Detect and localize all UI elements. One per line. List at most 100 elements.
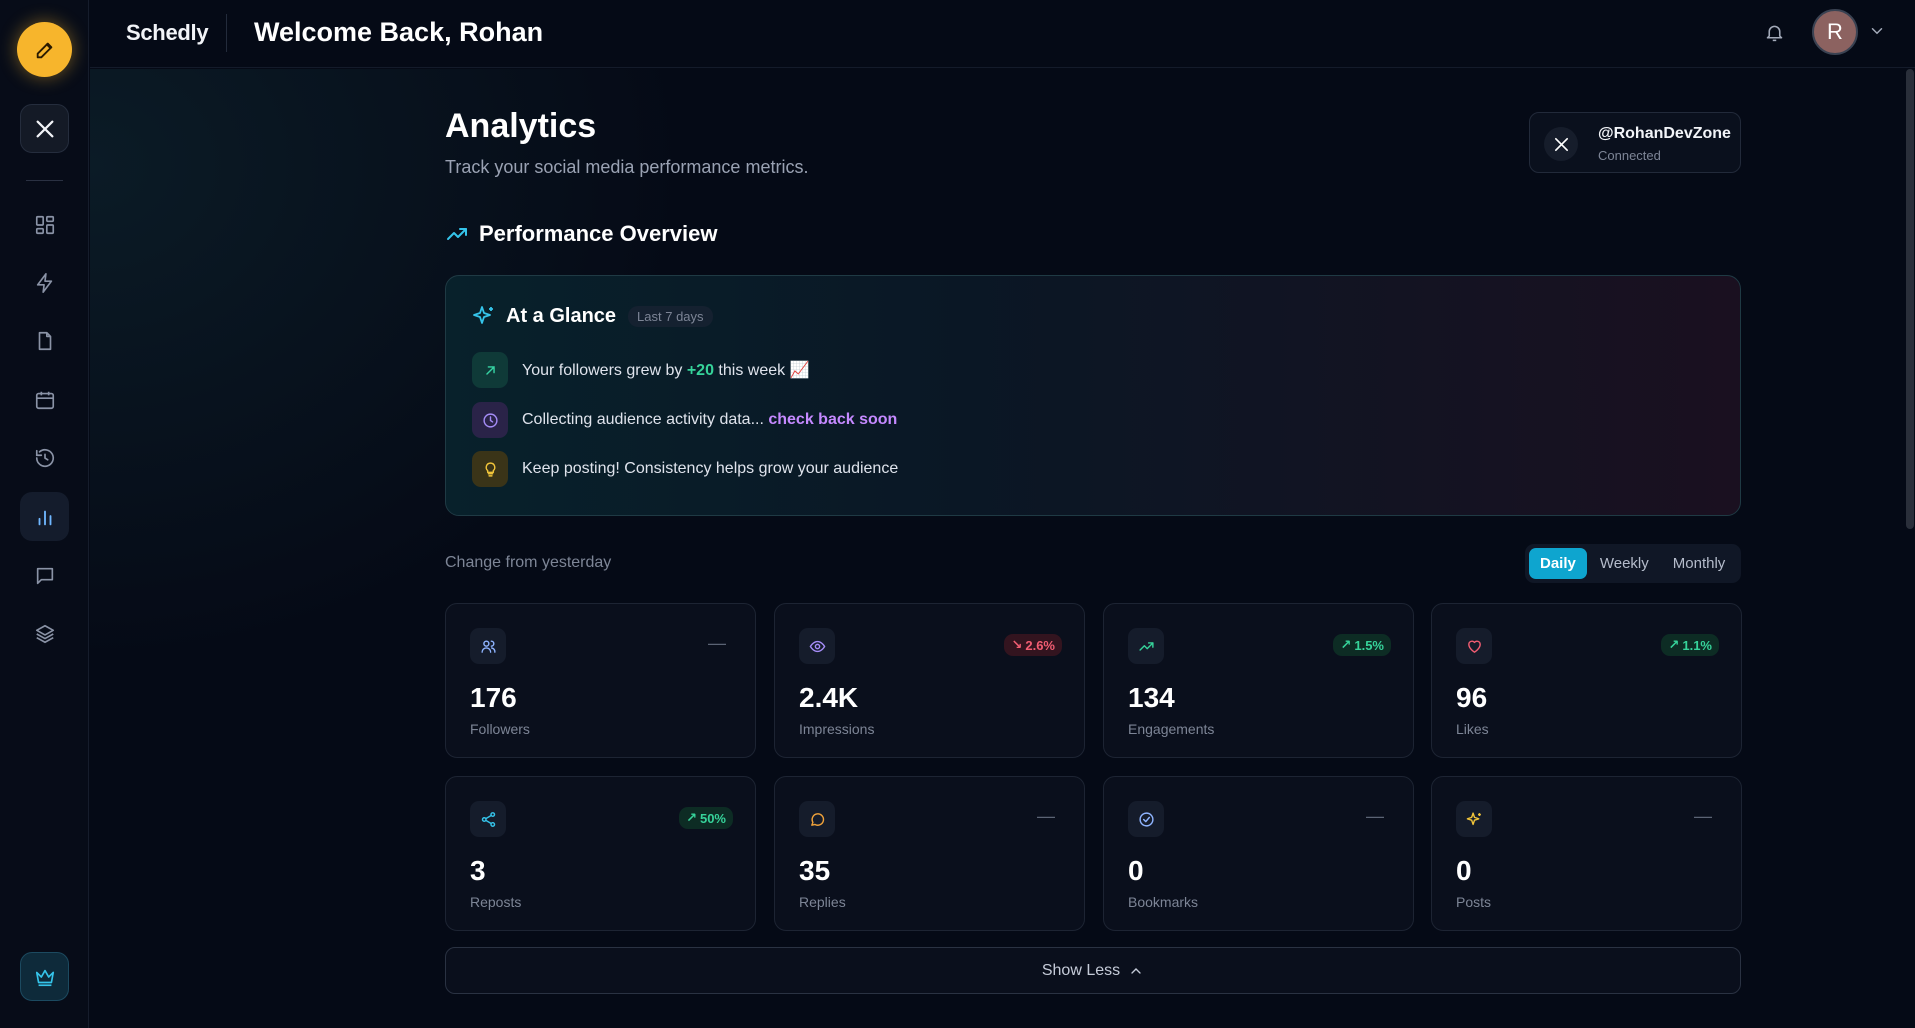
page-title: Analytics bbox=[445, 107, 597, 145]
glance-header: At a Glance Last 7 days bbox=[472, 304, 713, 328]
crown-icon bbox=[35, 969, 54, 986]
metric-delta: — bbox=[708, 633, 726, 653]
glance-title: At a Glance bbox=[506, 304, 617, 327]
metric-value: 3 bbox=[470, 855, 486, 886]
users-icon bbox=[470, 628, 506, 664]
x-platform-button[interactable] bbox=[20, 104, 69, 153]
file-icon bbox=[38, 331, 51, 350]
sidebar-divider bbox=[26, 180, 63, 181]
period-monthly[interactable]: Monthly bbox=[1662, 548, 1737, 579]
eye-icon bbox=[799, 628, 835, 664]
layers-icon bbox=[35, 624, 54, 643]
metric-delta: ↗ 1.1% bbox=[1661, 634, 1719, 656]
calendar-icon bbox=[35, 391, 54, 409]
metric-value: 96 bbox=[1456, 682, 1488, 713]
period-weekly[interactable]: Weekly bbox=[1589, 548, 1660, 579]
sidebar-item-layers[interactable] bbox=[20, 609, 69, 658]
x-logo-icon bbox=[1544, 127, 1578, 161]
metric-label: Followers bbox=[470, 721, 530, 737]
metric-label: Engagements bbox=[1128, 721, 1215, 737]
pencil-icon bbox=[36, 42, 52, 58]
lightbulb-icon bbox=[472, 451, 508, 487]
insight-audience: Collecting audience activity data... che… bbox=[472, 402, 897, 438]
period-daily[interactable]: Daily bbox=[1529, 548, 1587, 579]
account-status: Connected bbox=[1598, 148, 1661, 163]
sidebar bbox=[0, 0, 89, 1028]
metric-value: 176 bbox=[470, 682, 517, 713]
brand-logo[interactable]: Schedly bbox=[126, 20, 209, 46]
insight-followers: Your followers grew by +20 this week 📈 bbox=[472, 352, 809, 388]
metric-value: 35 bbox=[799, 855, 831, 886]
main-area: Analytics Track your social media perfor… bbox=[90, 69, 1915, 1028]
sidebar-item-calendar[interactable] bbox=[20, 375, 69, 424]
reply-icon bbox=[799, 801, 835, 837]
trending-up-icon bbox=[447, 228, 467, 240]
metric-label: Impressions bbox=[799, 721, 875, 737]
bolt-icon bbox=[36, 272, 52, 293]
account-menu-toggle[interactable] bbox=[1868, 22, 1888, 42]
metric-delta: ↗ 50% bbox=[679, 807, 733, 829]
insight-text: Keep posting! Consistency helps grow you… bbox=[522, 460, 899, 477]
show-less-label: Show Less bbox=[1041, 961, 1121, 979]
arrow-up-right-icon bbox=[472, 352, 508, 388]
scrollbar[interactable] bbox=[1905, 69, 1915, 1028]
metric-card-likes[interactable]: ↗ 1.1% 96 Likes bbox=[1431, 603, 1742, 758]
metric-label: Likes bbox=[1456, 721, 1489, 737]
insight-text: Collecting audience activity data... che… bbox=[522, 411, 898, 428]
metric-delta: — bbox=[1037, 806, 1055, 826]
metric-value: 0 bbox=[1456, 855, 1472, 886]
grid-icon bbox=[35, 215, 54, 234]
upgrade-button[interactable] bbox=[20, 952, 69, 1001]
history-icon bbox=[35, 448, 54, 467]
show-less-button[interactable]: Show Less bbox=[445, 947, 1741, 994]
metric-card-impressions[interactable]: ↘ 2.6% 2.4K Impressions bbox=[774, 603, 1085, 758]
avatar[interactable]: R bbox=[1812, 9, 1858, 55]
account-handle: @RohanDevZone bbox=[1598, 125, 1731, 142]
arrow-down-right-icon: ↘ bbox=[1011, 637, 1023, 652]
sidebar-item-analytics[interactable] bbox=[20, 492, 69, 541]
page-subtitle: Track your social media performance metr… bbox=[445, 157, 809, 177]
metric-card-engagements[interactable]: ↗ 1.5% 134 Engagements bbox=[1103, 603, 1414, 758]
chevron-down-icon bbox=[1871, 28, 1883, 35]
metric-label: Bookmarks bbox=[1128, 894, 1199, 910]
metric-card-replies[interactable]: — 35 Replies bbox=[774, 776, 1085, 931]
metric-value: 0 bbox=[1128, 855, 1144, 886]
metric-card-bookmarks[interactable]: — 0 Bookmarks bbox=[1103, 776, 1414, 931]
sparkle-icon bbox=[473, 306, 493, 324]
sidebar-item-drafts[interactable] bbox=[20, 316, 69, 365]
change-label: Change from yesterday bbox=[445, 554, 612, 571]
arrow-up-right-icon: ↗ bbox=[686, 810, 697, 825]
notifications-button[interactable] bbox=[1760, 18, 1788, 46]
compose-button[interactable] bbox=[17, 22, 72, 77]
at-a-glance-panel: At a Glance Last 7 days Your followers g… bbox=[445, 275, 1741, 516]
arrow-up-right-icon: ↗ bbox=[1340, 637, 1352, 652]
bookmark-icon bbox=[1128, 801, 1164, 837]
scrollbar-thumb[interactable] bbox=[1906, 69, 1914, 529]
metric-delta: ↘ 2.6% bbox=[1004, 634, 1062, 656]
bar-chart-icon bbox=[38, 510, 51, 525]
sidebar-item-history[interactable] bbox=[20, 433, 69, 482]
trending-up-icon bbox=[1128, 628, 1164, 664]
x-logo-icon bbox=[36, 120, 53, 137]
metric-card-posts[interactable]: — 0 Posts bbox=[1431, 776, 1742, 931]
connected-account-card[interactable]: @RohanDevZone Connected bbox=[1529, 112, 1741, 173]
message-icon bbox=[36, 567, 53, 584]
period-toggle: Daily Weekly Monthly bbox=[1525, 544, 1741, 583]
metric-label: Replies bbox=[799, 894, 846, 910]
sidebar-item-messages[interactable] bbox=[20, 551, 69, 600]
metric-delta: ↗ 1.5% bbox=[1333, 634, 1391, 656]
metric-delta: — bbox=[1366, 806, 1384, 826]
bell-icon bbox=[1766, 25, 1782, 41]
chevron-up-icon bbox=[1131, 967, 1141, 974]
insight-tip: Keep posting! Consistency helps grow you… bbox=[472, 451, 898, 487]
sidebar-item-automation[interactable] bbox=[20, 258, 69, 307]
metric-card-followers[interactable]: — 176 Followers bbox=[445, 603, 756, 758]
sidebar-item-dashboard[interactable] bbox=[20, 200, 69, 249]
brand-divider bbox=[226, 14, 227, 52]
glance-period-badge: Last 7 days bbox=[628, 305, 713, 327]
share-icon bbox=[470, 801, 506, 837]
metric-value: 134 bbox=[1128, 682, 1175, 713]
metric-card-reposts[interactable]: ↗ 50% 3 Reposts bbox=[445, 776, 756, 931]
metric-label: Reposts bbox=[470, 894, 522, 910]
sparkle-icon bbox=[1456, 801, 1492, 837]
